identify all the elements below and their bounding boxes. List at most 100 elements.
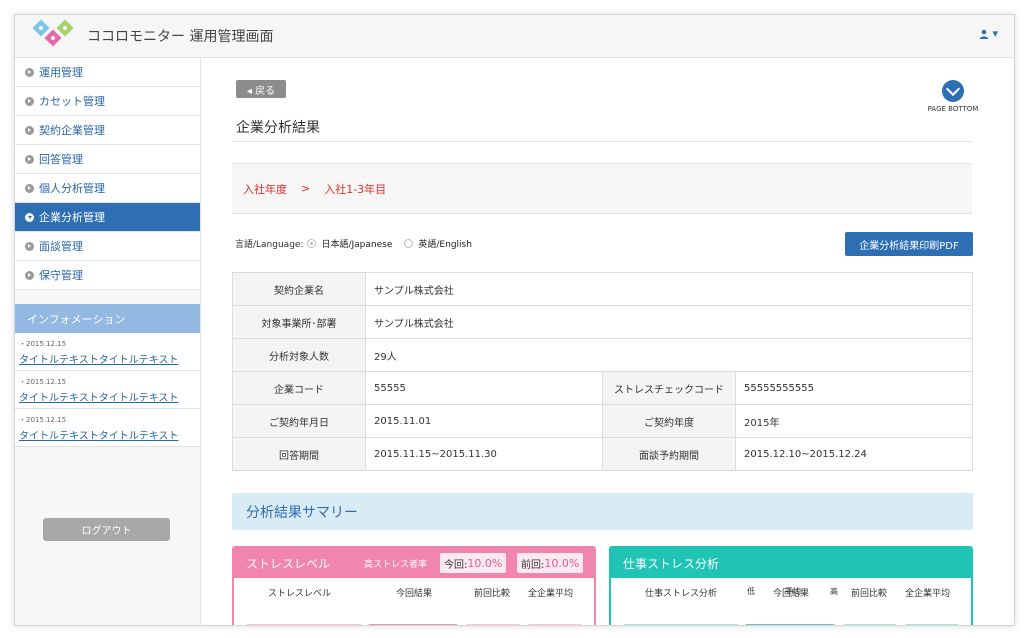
sidebar-item-company-analysis[interactable]: 企業分析管理 — [15, 203, 200, 232]
badge-value: 10.0% — [467, 556, 503, 570]
table-row: 回答期間 2015.11.15~2015.11.30 面談予約期間 2015.1… — [232, 437, 973, 471]
table-row: 分析対象人数 29人 — [232, 338, 973, 372]
chevron-down-icon — [25, 212, 34, 222]
page-title: 企業分析結果 — [236, 120, 320, 136]
bar-stub — [466, 624, 520, 625]
divider — [232, 141, 972, 142]
sidebar-item-cassette[interactable]: カセット管理 — [15, 87, 200, 116]
table-row: ご契約年月日 2015.11.01 ご契約年度 2015年 — [232, 404, 973, 438]
info-link[interactable]: タイトルテキストタイトルテキスト — [19, 351, 196, 366]
table-value: サンプル株式会社 — [365, 305, 973, 339]
info-date: ・2015.12.15 — [19, 340, 67, 348]
language-label: 言語/Language: — [235, 240, 304, 250]
previous-rate-badge: 前回: 10.0% — [517, 553, 584, 573]
column-header: 全企業平均 — [905, 589, 951, 599]
info-link[interactable]: タイトルテキストタイトルテキスト — [19, 389, 196, 404]
badge-label: 今回: — [444, 559, 468, 571]
column-header: 仕事ストレス分析 — [645, 589, 718, 599]
table-value: 2015.11.01 — [365, 404, 603, 438]
radio-japanese[interactable] — [307, 239, 317, 248]
card-header: ストレスレベル 高ストレス者率 今回: 10.0% 前回: 10.0% — [234, 548, 594, 578]
sidebar-item-maintenance[interactable]: 保守管理 — [15, 261, 200, 290]
table-value: 55555555555 — [735, 371, 973, 405]
sidebar-item-interview[interactable]: 面談管理 — [15, 232, 200, 261]
scale-high: 高 — [830, 587, 838, 596]
work-stress-card: 仕事ストレス分析 仕事ストレス分析 今回結果 前回比較 全企業平均 低 平均 高 — [609, 546, 973, 625]
table-value: 29人 — [365, 338, 973, 372]
info-header: インフォメーション — [15, 304, 200, 333]
app-header: ココロモニター 運用管理画面 ▾ — [15, 15, 1014, 58]
app-title: ココロモニター 運用管理画面 — [87, 29, 274, 45]
sidebar-item-contract-company[interactable]: 契約企業管理 — [15, 116, 200, 145]
sidebar-item-label: 保守管理 — [39, 269, 83, 282]
table-value: 55555 — [365, 371, 603, 405]
print-pdf-button[interactable]: 企業分析結果印刷PDF — [845, 232, 973, 256]
info-date: ・2015.12.15 — [19, 416, 67, 424]
table-label: 対象事業所･部署 — [232, 305, 366, 339]
bar-stub — [623, 624, 739, 625]
breadcrumb-item: 入社年度 — [243, 182, 287, 196]
badge-label: 前回: — [521, 559, 545, 571]
sidebar-item-personal-analysis[interactable]: 個人分析管理 — [15, 174, 200, 203]
table-label: ご契約年月日 — [232, 404, 366, 438]
table-row: 企業コード 55555 ストレスチェックコード 55555555555 — [232, 371, 973, 405]
bar-stub — [528, 624, 582, 625]
option-english[interactable]: 英語/English — [418, 237, 472, 250]
chevron-down-icon — [942, 80, 964, 102]
sidebar-item-label: 個人分析管理 — [39, 182, 105, 195]
table-label: 面談予約期間 — [602, 437, 736, 471]
table-value: サンプル株式会社 — [365, 272, 973, 306]
bar-stub — [905, 624, 959, 625]
table-row: 契約企業名 サンプル株式会社 — [232, 272, 973, 306]
kokoro-logo-icon — [33, 19, 73, 47]
summary-header: 分析結果サマリー — [232, 493, 973, 530]
info-link[interactable]: タイトルテキストタイトルテキスト — [19, 427, 196, 442]
card-title: ストレスレベル — [246, 556, 331, 571]
table-label: ご契約年度 — [602, 404, 736, 438]
chevron-right-icon — [25, 154, 34, 164]
sidebar-item-answers[interactable]: 回答管理 — [15, 145, 200, 174]
sidebar-item-label: カセット管理 — [39, 95, 105, 108]
column-header: 前回比較 — [851, 589, 888, 599]
breadcrumb: 入社年度 > 入社1-3年目 — [232, 163, 972, 214]
chevron-right-icon — [25, 241, 34, 251]
chevron-right-icon — [25, 125, 34, 135]
sidebar: 運用管理 カセット管理 契約企業管理 回答管理 個人分析管理 企業分析管理 面談… — [15, 58, 201, 625]
sidebar-item-label: 回答管理 — [39, 153, 83, 166]
sidebar-item-label: 面談管理 — [39, 240, 83, 253]
scale-average: 平均 — [785, 587, 801, 596]
bar-stub — [843, 624, 897, 625]
info-item: ・2015.12.15 タイトルテキストタイトルテキスト — [15, 333, 200, 371]
table-label: 企業コード — [232, 371, 366, 405]
high-stress-label: 高ストレス者率 — [364, 560, 428, 570]
chevron-right-icon — [25, 183, 34, 193]
user-menu[interactable]: ▾ — [979, 27, 998, 40]
column-header: 今回結果 — [396, 589, 433, 599]
table-label: 契約企業名 — [232, 272, 366, 306]
card-header: 仕事ストレス分析 — [611, 548, 971, 578]
column-header: 全企業平均 — [528, 589, 574, 599]
info-item: ・2015.12.15 タイトルテキストタイトルテキスト — [15, 371, 200, 409]
back-button[interactable]: ◂ 戻る — [236, 80, 286, 98]
stress-level-card: ストレスレベル 高ストレス者率 今回: 10.0% 前回: 10.0% ストレスレベ… — [232, 546, 596, 625]
card-title: 仕事ストレス分析 — [623, 556, 720, 571]
sidebar-item-operation[interactable]: 運用管理 — [15, 58, 200, 87]
radio-english[interactable] — [404, 239, 414, 248]
badge-value: 10.0% — [544, 556, 580, 570]
scale-low: 低 — [747, 587, 755, 596]
chevron-right-icon — [25, 67, 34, 77]
table-label: ストレスチェックコード — [602, 371, 736, 405]
bar-stub — [246, 624, 362, 625]
option-japanese[interactable]: 日本語/Japanese — [321, 237, 392, 250]
page-bottom-label: PAGE BOTTOM — [927, 105, 979, 113]
table-value: 2015年 — [735, 404, 973, 438]
logout-button[interactable]: ログアウト — [43, 518, 170, 541]
user-icon — [979, 29, 989, 39]
breadcrumb-item: 入社1-3年目 — [324, 182, 387, 196]
sidebar-item-label: 契約企業管理 — [39, 124, 105, 137]
chevron-right-icon — [25, 270, 34, 280]
breadcrumb-separator: > — [301, 182, 311, 195]
table-label: 回答期間 — [232, 437, 366, 471]
page-bottom-button[interactable]: PAGE BOTTOM — [925, 80, 981, 113]
info-date: ・2015.12.15 — [19, 378, 67, 386]
